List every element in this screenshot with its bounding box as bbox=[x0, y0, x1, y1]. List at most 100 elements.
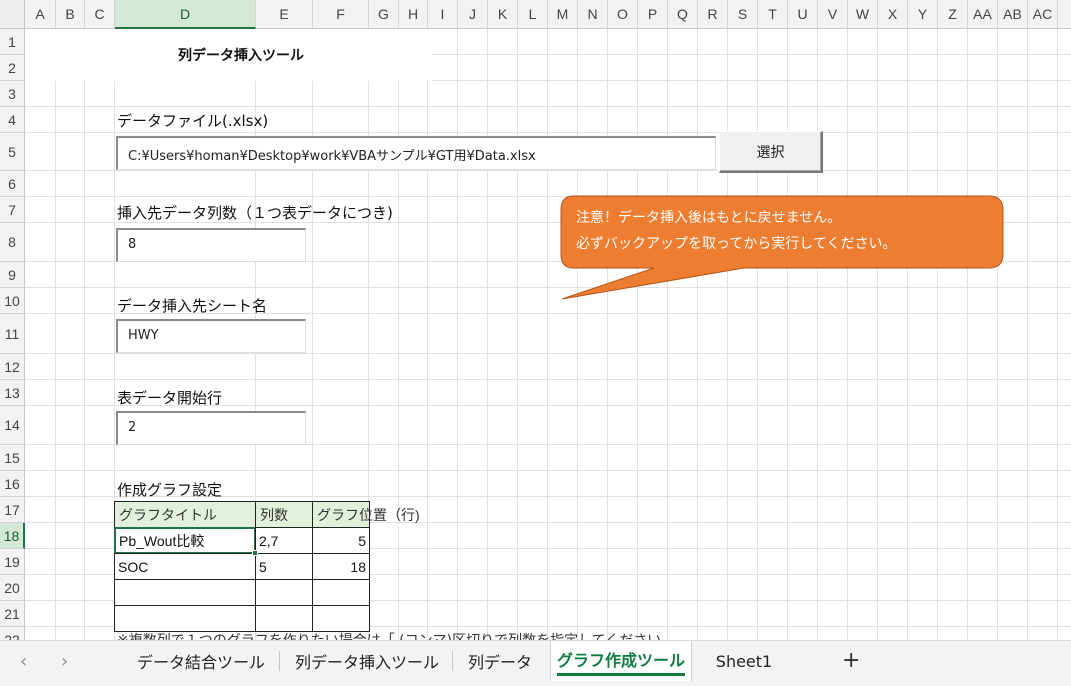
row-header[interactable]: 10 bbox=[0, 288, 25, 314]
previous-sheet-arrow-icon[interactable]: ‹ bbox=[20, 651, 27, 672]
tab-separator bbox=[279, 651, 280, 671]
sheet-tab[interactable]: データ結合ツール bbox=[126, 641, 276, 681]
spreadsheet-grid[interactable]: ABCDEFGHIJKLMNOPQRSTUVWXYZAAABACA 123456… bbox=[0, 0, 1071, 640]
sheet-tab[interactable]: 列データ bbox=[456, 641, 544, 681]
graph-table-cell[interactable]: 2,7 bbox=[255, 527, 313, 554]
grid-row-line bbox=[25, 379, 1071, 380]
column-header[interactable]: H bbox=[399, 0, 428, 29]
target-sheet-label: データ挿入先シート名 bbox=[117, 297, 268, 315]
graph-table-header[interactable]: 列数 bbox=[255, 501, 313, 528]
row-header[interactable]: 3 bbox=[0, 81, 25, 107]
column-header[interactable]: W bbox=[848, 0, 878, 29]
column-header[interactable]: J bbox=[458, 0, 488, 29]
column-header[interactable]: Q bbox=[668, 0, 698, 29]
comma-note: ※複数列で１つのグラフを作りたい場合は「,(コンマ)区切りで列数を指定してくださ… bbox=[117, 630, 661, 640]
graph-table-cell[interactable] bbox=[255, 579, 313, 606]
data-file-path-field[interactable]: C:¥Users¥homan¥Desktop¥work¥VBAサンプル¥GT用¥… bbox=[116, 136, 716, 170]
column-header[interactable]: N bbox=[578, 0, 608, 29]
row-header[interactable]: 20 bbox=[0, 575, 25, 601]
graph-table-cell[interactable] bbox=[114, 605, 256, 632]
graph-table-cell[interactable]: 5 bbox=[312, 527, 370, 554]
row-header[interactable]: 13 bbox=[0, 380, 25, 406]
column-header[interactable]: O bbox=[608, 0, 638, 29]
sheet-tab-bar: ‹ › データ結合ツール 列データ挿入ツール 列データ グラフ作成ツール Sheet1 … bbox=[0, 640, 1071, 686]
select-file-button[interactable]: 選択 bbox=[719, 131, 823, 173]
graph-table-header[interactable]: グラフタイトル bbox=[114, 501, 256, 528]
start-row-field[interactable]: 2 bbox=[116, 411, 306, 445]
column-header[interactable]: M bbox=[548, 0, 578, 29]
row-header[interactable]: 5 bbox=[0, 133, 25, 171]
column-header[interactable]: L bbox=[518, 0, 548, 29]
add-sheet-plus-icon[interactable]: + bbox=[842, 648, 860, 673]
graph-table-cell[interactable] bbox=[312, 579, 370, 606]
column-header[interactable]: X bbox=[878, 0, 908, 29]
row-header[interactable]: 4 bbox=[0, 107, 25, 133]
warning-callout[interactable]: 注意！データ挿入後はもとに戻せません。 必ずバックアップを取ってから実行してくだ… bbox=[559, 194, 1007, 304]
grid-row-line bbox=[25, 132, 1071, 133]
grid-row-line bbox=[25, 106, 1071, 107]
graph-table-cell[interactable]: Pb_Wout比較 bbox=[114, 527, 256, 554]
column-header[interactable]: B bbox=[56, 0, 85, 29]
column-header[interactable]: V bbox=[818, 0, 848, 29]
row-header[interactable]: 15 bbox=[0, 445, 25, 471]
select-all-corner[interactable] bbox=[0, 0, 25, 29]
sheet-tab-label: 列データ bbox=[467, 653, 532, 672]
column-header[interactable]: F bbox=[313, 0, 369, 29]
start-row-label: 表データ開始行 bbox=[117, 389, 223, 407]
column-header[interactable]: S bbox=[728, 0, 758, 29]
column-header[interactable]: G bbox=[369, 0, 399, 29]
row-header[interactable]: 17 bbox=[0, 497, 25, 523]
insert-columns-label: 挿入先データ列数（１つ表データにつき) bbox=[117, 204, 393, 222]
graph-table-cell[interactable] bbox=[114, 579, 256, 606]
fill-handle[interactable] bbox=[252, 550, 258, 556]
row-header[interactable]: 18 bbox=[0, 523, 25, 549]
graph-table-header[interactable]: グラフ位置（行) bbox=[312, 501, 420, 528]
data-file-label: データファイル(.xlsx) bbox=[117, 112, 269, 130]
column-header[interactable]: T bbox=[758, 0, 788, 29]
column-header[interactable]: P bbox=[638, 0, 668, 29]
column-header[interactable]: A bbox=[25, 0, 56, 29]
column-header[interactable]: AA bbox=[968, 0, 998, 29]
next-sheet-arrow-icon[interactable]: › bbox=[61, 651, 68, 672]
graph-table-cell[interactable]: 18 bbox=[312, 553, 370, 580]
row-header[interactable]: 16 bbox=[0, 471, 25, 497]
page-title: 列データ挿入ツール bbox=[178, 48, 304, 64]
column-header[interactable]: E bbox=[256, 0, 313, 29]
graph-table-cell[interactable] bbox=[312, 605, 370, 632]
row-header[interactable]: 21 bbox=[0, 601, 25, 627]
sheet-tab[interactable]: Sheet1 bbox=[698, 641, 790, 681]
sheet-tab[interactable]: グラフ作成ツール bbox=[550, 641, 692, 681]
row-header[interactable]: 8 bbox=[0, 223, 25, 262]
graph-table-cell[interactable]: SOC bbox=[114, 553, 256, 580]
row-header[interactable]: 7 bbox=[0, 197, 25, 223]
column-header[interactable]: Z bbox=[938, 0, 968, 29]
column-header[interactable]: R bbox=[698, 0, 728, 29]
graph-settings-label: 作成グラフ設定 bbox=[117, 481, 223, 499]
row-header[interactable]: 12 bbox=[0, 354, 25, 380]
row-header[interactable]: 22 bbox=[0, 627, 25, 640]
column-header[interactable]: I bbox=[428, 0, 458, 29]
grid-row-line bbox=[25, 353, 1071, 354]
column-header[interactable]: AB bbox=[998, 0, 1028, 29]
column-header[interactable]: D bbox=[115, 0, 256, 29]
column-header[interactable]: U bbox=[788, 0, 818, 29]
sheet-tab[interactable]: 列データ挿入ツール bbox=[283, 641, 451, 681]
row-header[interactable]: 2 bbox=[0, 55, 25, 81]
insert-columns-field[interactable]: 8 bbox=[116, 228, 306, 262]
column-header[interactable]: K bbox=[488, 0, 518, 29]
graph-table-cell[interactable] bbox=[255, 605, 313, 632]
sheet-tab-label: データ結合ツール bbox=[136, 653, 265, 672]
graph-table-cell[interactable]: 5 bbox=[255, 553, 313, 580]
row-header[interactable]: 19 bbox=[0, 549, 25, 575]
sheet-tab-label: グラフ作成ツール bbox=[556, 647, 685, 676]
target-sheet-field[interactable]: HWY bbox=[116, 319, 306, 353]
row-header[interactable]: 1 bbox=[0, 29, 25, 55]
column-header[interactable]: AC bbox=[1028, 0, 1058, 29]
column-header[interactable]: C bbox=[85, 0, 115, 29]
row-header[interactable]: 6 bbox=[0, 171, 25, 197]
column-header[interactable]: Y bbox=[908, 0, 938, 29]
row-header[interactable]: 11 bbox=[0, 314, 25, 354]
column-header[interactable]: A bbox=[1058, 0, 1071, 29]
row-header[interactable]: 14 bbox=[0, 406, 25, 445]
row-header[interactable]: 9 bbox=[0, 262, 25, 288]
